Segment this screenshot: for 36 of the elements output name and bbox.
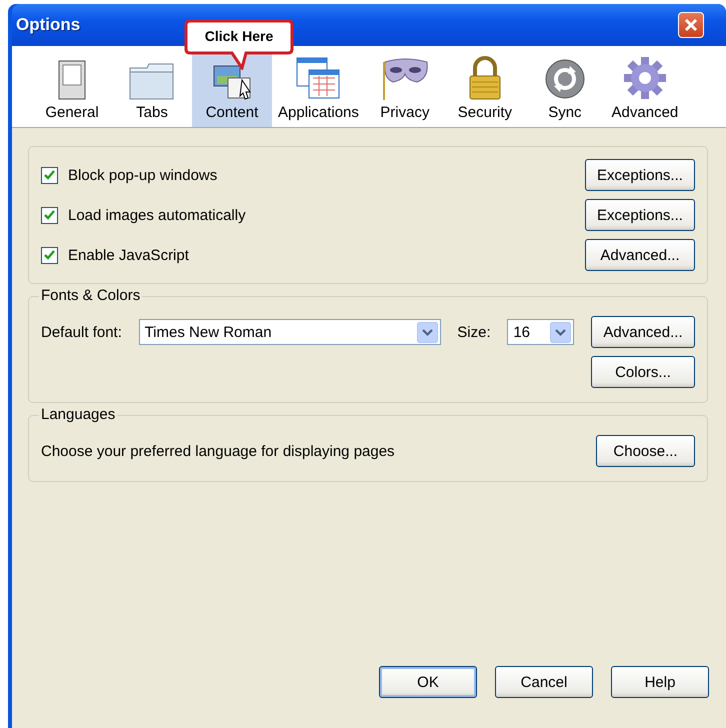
size-dropdown[interactable]: 16 <box>507 319 574 345</box>
option-button[interactable]: Advanced... <box>591 316 695 348</box>
option-button[interactable]: Exceptions... <box>585 159 695 191</box>
tab[interactable]: Advanced <box>604 46 685 127</box>
dialog-button[interactable]: Cancel <box>495 666 593 698</box>
option-button[interactable]: Exceptions... <box>585 199 695 231</box>
sync-arrows-icon <box>544 58 586 100</box>
close-button[interactable] <box>678 12 704 38</box>
checkbox-label: Block pop-up windows <box>68 166 218 184</box>
tab[interactable]: Security <box>444 46 525 127</box>
switch-icon <box>58 60 86 100</box>
description-text: Choose your preferred language for displaying pages <box>41 442 395 460</box>
checkbox-label: Enable JavaScript <box>68 246 189 264</box>
checkbox-label: Load images automatically <box>68 206 246 224</box>
field-label: Default font: <box>41 324 122 340</box>
field-label: Size: <box>457 324 491 340</box>
padlock-icon <box>466 56 503 100</box>
option-button[interactable]: Choose... <box>596 435 695 467</box>
font-dropdown[interactable]: Times New Roman <box>138 319 441 345</box>
checkbox[interactable] <box>41 166 58 184</box>
windows-icon <box>295 56 342 100</box>
checkbox[interactable] <box>41 246 58 264</box>
window-title: Options <box>16 15 80 35</box>
option-button[interactable]: Colors... <box>591 356 695 388</box>
tab[interactable]: General <box>32 46 112 127</box>
group-title: Languages <box>39 406 118 423</box>
dialog-button[interactable]: Help <box>611 666 709 698</box>
callout-tooltip: Click Here <box>184 18 294 70</box>
gear-icon <box>622 56 667 100</box>
folder-icon <box>129 62 175 100</box>
dialog-button[interactable]: OK <box>379 666 477 698</box>
checkbox[interactable] <box>41 206 58 224</box>
option-button[interactable]: Advanced... <box>585 239 695 271</box>
tab[interactable]: Privacy <box>364 46 445 127</box>
tab[interactable]: Sync <box>524 46 605 127</box>
close-icon <box>684 18 698 32</box>
